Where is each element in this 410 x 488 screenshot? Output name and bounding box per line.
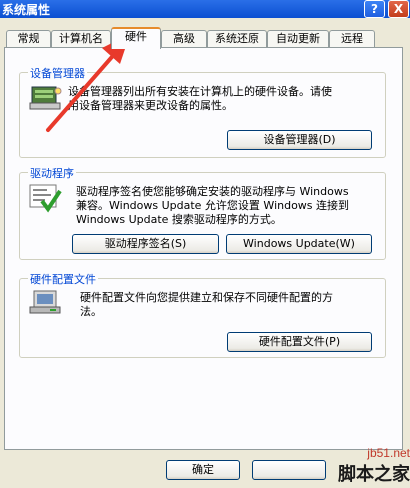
drivers-group: 驱动程序 驱动程序签名使您能够确定安装的驱动程序与 Windows 兼容。Win… <box>19 165 386 260</box>
tab-hardware[interactable]: 硬件 <box>111 27 161 49</box>
watermark-site: jb51.net <box>367 446 410 460</box>
tab-remote[interactable]: 远程 <box>329 30 375 48</box>
driver-signing-button[interactable]: 驱动程序签名(S) <box>72 234 219 254</box>
hardware-profile-icon <box>29 290 61 314</box>
help-button[interactable]: ? <box>364 0 385 18</box>
hardware-profiles-desc-line2: 法。 <box>80 305 102 318</box>
hardware-profiles-title: 硬件配置文件 <box>28 271 98 287</box>
tab-advanced[interactable]: 高级 <box>161 30 207 48</box>
tab-automatic-updates[interactable]: 自动更新 <box>267 30 329 48</box>
drivers-description: 驱动程序签名使您能够确定安装的驱动程序与 Windows 兼容。Windows … <box>76 185 386 227</box>
ok-button[interactable]: 确定 <box>166 460 240 480</box>
watermark-name: 脚本之家 <box>338 464 410 485</box>
hardware-profiles-description: 硬件配置文件向您提供建立和保存不同硬件配置的方 法。 <box>80 291 386 319</box>
close-button[interactable]: X <box>388 0 409 18</box>
window-title: 系统属性 <box>2 3 51 17</box>
title-bar: 系统属性 ? X <box>0 0 410 18</box>
tab-system-restore[interactable]: 系统还原 <box>207 30 267 48</box>
drivers-desc-line1: 驱动程序签名使您能够确定安装的驱动程序与 Windows <box>76 185 349 198</box>
drivers-desc-line2: 兼容。Windows Update 允许您设置 Windows 连接到 <box>76 199 350 212</box>
windows-update-button[interactable]: Windows Update(W) <box>226 234 372 254</box>
hardware-profiles-desc-line1: 硬件配置文件向您提供建立和保存不同硬件配置的方 <box>80 291 333 304</box>
watermark: jb51.net 脚本之家 <box>314 446 410 488</box>
device-manager-button[interactable]: 设备管理器(D) <box>227 130 372 150</box>
drivers-desc-line3: Windows Update 搜索驱动程序的方式。 <box>76 213 282 226</box>
driver-signing-icon <box>29 184 62 213</box>
hardware-profiles-button[interactable]: 硬件配置文件(P) <box>227 332 372 352</box>
hardware-profiles-group: 硬件配置文件 硬件配置文件向您提供建立和保存不同硬件配置的方 法。 硬件配置文件… <box>19 271 386 358</box>
drivers-title: 驱动程序 <box>28 165 76 181</box>
